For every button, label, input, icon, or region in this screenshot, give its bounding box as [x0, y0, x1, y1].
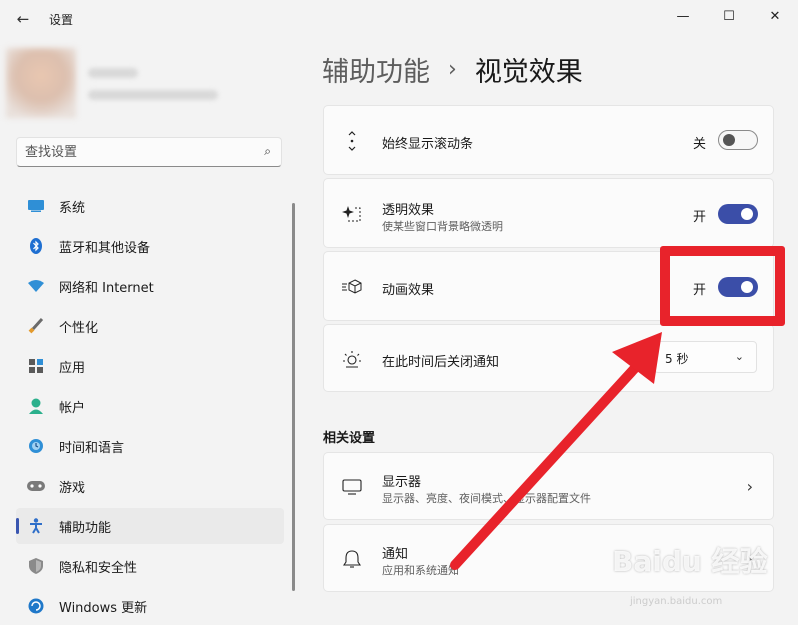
maximize-button[interactable]: ☐ — [706, 2, 752, 30]
notification-sun-icon — [341, 348, 363, 370]
setting-card-transparency: 透明效果 使某些窗口背景略微透明 开 — [323, 178, 774, 248]
setting-subtitle: 显示器、亮度、夜间模式、显示器配置文件 — [382, 492, 591, 505]
apps-icon — [26, 356, 46, 376]
setting-title: 显示器 — [382, 475, 422, 490]
network-icon — [26, 276, 46, 296]
sidebar-item-label: 应用 — [59, 360, 86, 376]
close-button[interactable]: ✕ — [752, 2, 798, 30]
toggle-state-label: 关 — [693, 137, 707, 152]
animation-cube-icon — [341, 276, 363, 298]
sidebar-item-bluetooth[interactable]: 蓝牙和其他设备 — [16, 228, 284, 264]
sidebar-item-personalization[interactable]: 个性化 — [16, 308, 284, 344]
sidebar-item-apps[interactable]: 应用 — [16, 348, 284, 384]
avatar — [6, 48, 76, 118]
setting-card-scrollbars: 始终显示滚动条 关 — [323, 105, 774, 175]
sidebar-item-system[interactable]: 系统 — [16, 188, 284, 224]
toggle-knob — [741, 208, 753, 220]
profile-name-blurred — [88, 68, 138, 78]
transparency-toggle[interactable] — [718, 204, 758, 224]
accessibility-icon — [26, 516, 46, 536]
bluetooth-icon — [26, 236, 46, 256]
breadcrumb-separator: › — [448, 57, 457, 82]
sidebar-item-label: 系统 — [59, 200, 86, 216]
sidebar-item-label: 隐私和安全性 — [59, 560, 138, 576]
sidebar-item-label: 时间和语言 — [59, 440, 125, 456]
setting-card-notification-timeout: 在此时间后关闭通知 5 秒 ⌄ — [323, 324, 774, 392]
chevron-right-icon: › — [746, 477, 753, 496]
shield-icon — [26, 556, 46, 576]
notification-timeout-dropdown[interactable]: 5 秒 ⌄ — [654, 341, 757, 373]
windows-update-icon — [26, 596, 46, 616]
watermark-logo: Baidu 经验 — [612, 545, 768, 578]
scrollbar-icon — [341, 130, 363, 152]
time-language-icon — [26, 436, 46, 456]
setting-title: 动画效果 — [382, 283, 435, 298]
system-icon — [26, 196, 46, 216]
sidebar-item-label: Windows 更新 — [59, 600, 148, 616]
sidebar-item-accounts[interactable]: 帐户 — [16, 388, 284, 424]
setting-subtitle: 应用和系统通知 — [382, 564, 459, 577]
related-card-display[interactable]: 显示器 显示器、亮度、夜间模式、显示器配置文件 › — [323, 452, 774, 520]
related-settings-heading: 相关设置 — [323, 431, 376, 446]
scrollbars-toggle[interactable] — [718, 130, 758, 150]
personalization-brush-icon — [26, 316, 46, 336]
breadcrumb: 辅助功能 › 视觉效果 — [322, 50, 583, 89]
setting-title: 始终显示滚动条 — [382, 137, 474, 152]
sidebar-item-label: 蓝牙和其他设备 — [59, 240, 151, 256]
setting-subtitle: 使某些窗口背景略微透明 — [382, 220, 503, 233]
sidebar-item-gaming[interactable]: 游戏 — [16, 468, 284, 504]
toggle-knob — [723, 134, 735, 146]
sidebar-item-label: 网络和 Internet — [59, 280, 154, 296]
chevron-down-icon: ⌄ — [734, 350, 744, 363]
profile-email-blurred — [88, 90, 218, 100]
search-input[interactable] — [25, 143, 245, 161]
monitor-icon — [341, 476, 363, 498]
sidebar-item-label: 帐户 — [59, 400, 86, 416]
sidebar-scrollbar[interactable] — [292, 203, 295, 591]
sidebar-item-privacy[interactable]: 隐私和安全性 — [16, 548, 284, 584]
account-icon — [26, 396, 46, 416]
sidebar-item-network[interactable]: 网络和 Internet — [16, 268, 284, 304]
title-bar: ← 设置 — ☐ ✕ — [0, 0, 798, 38]
back-arrow-icon[interactable]: ← — [10, 8, 36, 30]
minimize-button[interactable]: — — [660, 2, 706, 30]
search-box[interactable]: ⌕ — [16, 137, 282, 167]
setting-title: 透明效果 — [382, 203, 435, 218]
dropdown-value: 5 秒 — [665, 352, 689, 366]
sidebar-item-label: 个性化 — [59, 320, 99, 336]
sidebar-item-label: 游戏 — [59, 480, 86, 496]
sidebar-item-label: 辅助功能 — [59, 520, 112, 536]
search-icon[interactable]: ⌕ — [264, 144, 271, 159]
sidebar-nav: 系统 蓝牙和其他设备 网络和 Internet 个性化 应用 帐户 时间和语言 … — [16, 188, 284, 625]
setting-title: 在此时间后关闭通知 — [382, 355, 500, 370]
app-title: 设置 — [49, 13, 74, 27]
breadcrumb-parent[interactable]: 辅助功能 — [322, 50, 430, 89]
gamepad-icon — [26, 476, 46, 496]
watermark-url: jingyan.baidu.com — [630, 596, 723, 607]
user-profile[interactable] — [6, 48, 276, 118]
page-title: 视觉效果 — [474, 57, 583, 88]
setting-title: 通知 — [382, 547, 409, 562]
sidebar-item-windows-update[interactable]: Windows 更新 — [16, 588, 284, 624]
transparency-sparkle-icon — [341, 203, 363, 225]
sidebar-item-time-language[interactable]: 时间和语言 — [16, 428, 284, 464]
bell-icon — [341, 548, 363, 570]
annotation-highlight-box — [660, 246, 785, 326]
toggle-state-label: 开 — [693, 210, 707, 225]
sidebar-item-accessibility[interactable]: 辅助功能 — [16, 508, 284, 544]
